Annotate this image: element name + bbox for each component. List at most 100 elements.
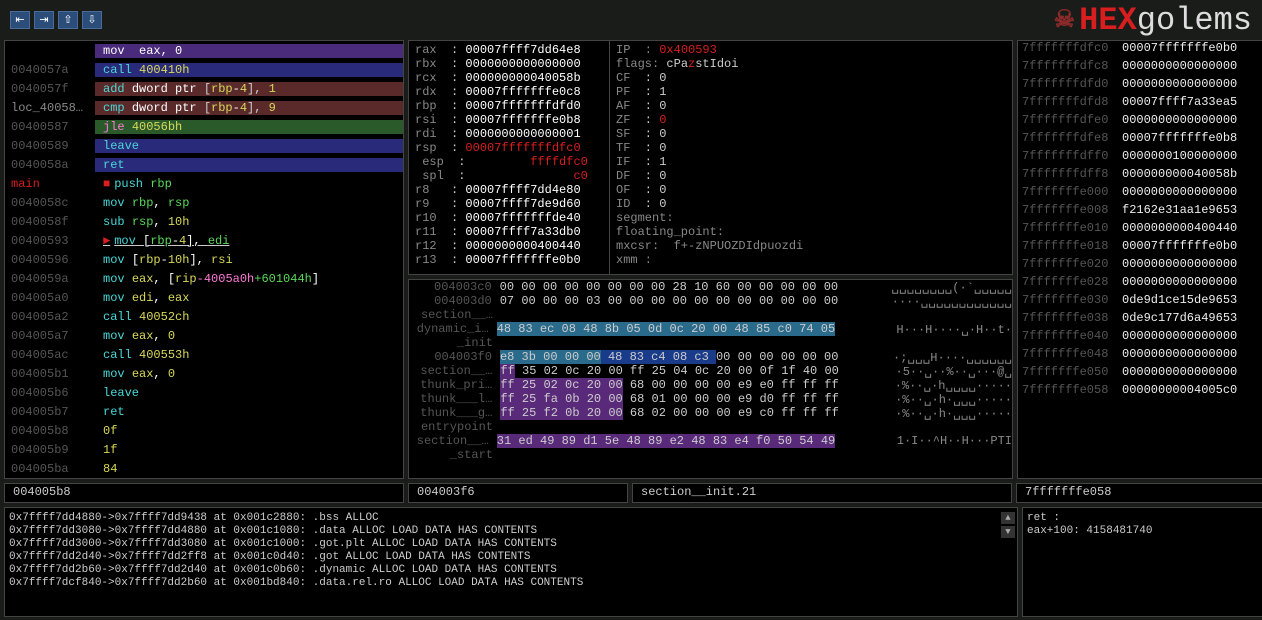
eval-line-1: ret :	[1027, 512, 1262, 525]
hex-line[interactable]: section__…	[409, 308, 1012, 322]
register-line: r13 : 00007fffffffe0b0	[415, 253, 603, 267]
registers-list: rax : 00007ffff7dd64e8rbx : 000000000000…	[409, 41, 609, 274]
log-line: 0x7ffff7dcf840->0x7ffff7dd2b60 at 0x001b…	[9, 577, 1013, 590]
status-hex-addr: 004003f6	[408, 483, 628, 503]
disasm-line[interactable]: 0040057fadd dword ptr [rbp-4], 1	[5, 79, 403, 98]
toolbar: ⇤ ⇥ ⇧ ⇩ ☠ HEXgolems	[0, 0, 1262, 40]
stack-line[interactable]: 7fffffffe048 0000000000000000	[1018, 347, 1262, 365]
stack-line[interactable]: 7fffffffdfc0 00007fffffffe0b0	[1018, 41, 1262, 59]
stack-line[interactable]: 7fffffffdfd0 0000000000000000	[1018, 77, 1262, 95]
disasm-line[interactable]: 00400587jle 40056bh	[5, 117, 403, 136]
hex-line[interactable]: 004003d007 00 00 00 03 00 00 00 00 00 00…	[409, 294, 1012, 308]
hex-line[interactable]: section__…ff 35 02 0c 20 00 ff 25 04 0c …	[409, 364, 1012, 378]
disasm-line[interactable]: 004005bb00	[5, 478, 403, 479]
hex-line[interactable]: thunk___g…ff 25 f2 0b 20 00 68 02 00 00 …	[409, 406, 1012, 420]
hex-line[interactable]: _start	[409, 448, 1012, 462]
stack-line[interactable]: 7fffffffe020 0000000000000000	[1018, 257, 1262, 275]
stack-line[interactable]: 7fffffffe038 0de9c177d6a49653	[1018, 311, 1262, 329]
log-panel[interactable]: ▲ ▼ 0x7ffff7dd4880->0x7ffff7dd9438 at 0x…	[4, 507, 1018, 617]
stack-line[interactable]: 7fffffffe000 0000000000000000	[1018, 185, 1262, 203]
status-hex-section: section__init.21	[632, 483, 1012, 503]
disasm-line[interactable]: 0040058cmov rbp, rsp	[5, 193, 403, 212]
nav-up-button[interactable]: ⇧	[58, 11, 78, 29]
status-disasm-addr: 004005b8	[4, 483, 404, 503]
logo-hex: HEX	[1079, 2, 1137, 39]
stack-line[interactable]: 7fffffffdfc8 0000000000000000	[1018, 59, 1262, 77]
logo-golems: golems	[1137, 2, 1252, 39]
flags-list: IP : 0x400593flags: cPazstIdoiCF : 0PF :…	[609, 41, 1012, 274]
stack-line[interactable]: 7fffffffe018 00007fffffffe0b0	[1018, 239, 1262, 257]
register-line: r9 : 00007ffff7de9d60	[415, 197, 603, 211]
hex-dump-panel[interactable]: 004003c000 00 00 00 00 00 00 00 28 10 60…	[408, 279, 1013, 479]
disasm-line[interactable]: 004005accall 400553h	[5, 345, 403, 364]
disasm-line[interactable]: 0040057acall 400410h	[5, 60, 403, 79]
logo: ☠ HEXgolems	[1054, 2, 1252, 39]
disasm-line[interactable]: 004005b80f	[5, 421, 403, 440]
stack-panel[interactable]: 7fffffffdfc0 00007fffffffe0b07fffffffdfc…	[1017, 40, 1262, 479]
disasm-line[interactable]: 004005b1mov eax, 0	[5, 364, 403, 383]
stack-line[interactable]: 7fffffffdfe0 0000000000000000	[1018, 113, 1262, 131]
stack-line[interactable]: 7fffffffe050 0000000000000000	[1018, 365, 1262, 383]
hex-line[interactable]: _init	[409, 336, 1012, 350]
hex-line[interactable]: 004003f0e8 3b 00 00 00 48 83 c4 08 c3 00…	[409, 350, 1012, 364]
disasm-line[interactable]: mov eax, 0	[5, 41, 403, 60]
disasm-line[interactable]: 0040058fsub rsp, 10h	[5, 212, 403, 231]
disasm-line[interactable]: 00400589leave	[5, 136, 403, 155]
stack-line[interactable]: 7fffffffdfe8 00007fffffffe0b8	[1018, 131, 1262, 149]
skull-icon: ☠	[1054, 5, 1076, 35]
scroll-down-icon[interactable]: ▼	[1001, 526, 1015, 538]
register-line: r11 : 00007ffff7a33db0	[415, 225, 603, 239]
nav-back-button[interactable]: ⇤	[10, 11, 30, 29]
nav-down-button[interactable]: ⇩	[82, 11, 102, 29]
disasm-line[interactable]: loc_40058…cmp dword ptr [rbp-4], 9	[5, 98, 403, 117]
disasm-line[interactable]: 004005b91f	[5, 440, 403, 459]
disasm-line[interactable]: 0040059amov eax, [rip-4005a0h+601044h]	[5, 269, 403, 288]
stack-line[interactable]: 7fffffffe008 f2162e31aa1e9653	[1018, 203, 1262, 221]
log-line: 0x7ffff7dd2d40->0x7ffff7dd2ff8 at 0x001c…	[9, 551, 1013, 564]
log-line: 0x7ffff7dd3080->0x7ffff7dd4880 at 0x001c…	[9, 525, 1013, 538]
hex-line[interactable]: thunk_pri…ff 25 02 0c 20 00 68 00 00 00 …	[409, 378, 1012, 392]
hex-line[interactable]: thunk___l…ff 25 fa 0b 20 00 68 01 00 00 …	[409, 392, 1012, 406]
disasm-line[interactable]: main■push rbp	[5, 174, 403, 193]
disasm-line[interactable]: 00400596mov [rbp-10h], rsi	[5, 250, 403, 269]
scroll-up-icon[interactable]: ▲	[1001, 512, 1015, 524]
disasm-line[interactable]: 004005a0mov edi, eax	[5, 288, 403, 307]
register-line: rsi : 00007fffffffe0b8	[415, 113, 603, 127]
stack-line[interactable]: 7fffffffe010 0000000000400440	[1018, 221, 1262, 239]
register-line: rax : 00007ffff7dd64e8	[415, 43, 603, 57]
hex-line[interactable]: entrypoint	[409, 420, 1012, 434]
log-line: 0x7ffff7dd3000->0x7ffff7dd3080 at 0x001c…	[9, 538, 1013, 551]
disasm-line[interactable]: 00400593►mov [rbp-4], edi	[5, 231, 403, 250]
register-line: spl : c0	[415, 169, 603, 183]
register-line: rsp : 00007fffffffdfc0	[415, 141, 603, 155]
stack-line[interactable]: 7fffffffdfd8 00007ffff7a33ea5	[1018, 95, 1262, 113]
hex-line[interactable]: section__…31 ed 49 89 d1 5e 48 89 e2 48 …	[409, 434, 1012, 448]
register-line: rcx : 000000000040058b	[415, 71, 603, 85]
nav-fwd-button[interactable]: ⇥	[34, 11, 54, 29]
stack-line[interactable]: 7fffffffe030 0de9d1ce15de9653	[1018, 293, 1262, 311]
register-line: r12 : 0000000000400440	[415, 239, 603, 253]
registers-panel[interactable]: rax : 00007ffff7dd64e8rbx : 000000000000…	[408, 40, 1013, 275]
status-bar: 004005b8 004003f6 section__init.21 7ffff…	[4, 483, 1262, 503]
log-line: 0x7ffff7dd2b60->0x7ffff7dd2d40 at 0x001c…	[9, 564, 1013, 577]
register-line: rdi : 0000000000000001	[415, 127, 603, 141]
disasm-line[interactable]: 004005b7ret	[5, 402, 403, 421]
stack-line[interactable]: 7fffffffdff8 000000000040058b	[1018, 167, 1262, 185]
disasm-line[interactable]: 004005b6leave	[5, 383, 403, 402]
disasm-line[interactable]: 004005a7mov eax, 0	[5, 326, 403, 345]
disassembly-panel[interactable]: mov eax, 00040057acall 400410h0040057fad…	[4, 40, 404, 479]
register-line: rbp : 00007fffffffdfd0	[415, 99, 603, 113]
stack-line[interactable]: 7fffffffe040 0000000000000000	[1018, 329, 1262, 347]
stack-line[interactable]: 7fffffffdff0 0000000100000000	[1018, 149, 1262, 167]
hex-line[interactable]: dynamic_i…48 83 ec 08 48 8b 05 0d 0c 20 …	[409, 322, 1012, 336]
eval-line-2: eax+100: 4158481740	[1027, 525, 1262, 538]
stack-line[interactable]: 7fffffffe028 0000000000000000	[1018, 275, 1262, 293]
register-line: r10 : 00007fffffffde40	[415, 211, 603, 225]
stack-line[interactable]: 7fffffffe058 00000000004005c0	[1018, 383, 1262, 401]
disasm-line[interactable]: 0040058aret	[5, 155, 403, 174]
disasm-line[interactable]: 004005ba84	[5, 459, 403, 478]
register-line: rdx : 00007fffffffe0c8	[415, 85, 603, 99]
disasm-line[interactable]: 004005a2call 40052ch	[5, 307, 403, 326]
eval-panel[interactable]: ret : eax+100: 4158481740	[1022, 507, 1262, 617]
hex-line[interactable]: 004003c000 00 00 00 00 00 00 00 28 10 60…	[409, 280, 1012, 294]
